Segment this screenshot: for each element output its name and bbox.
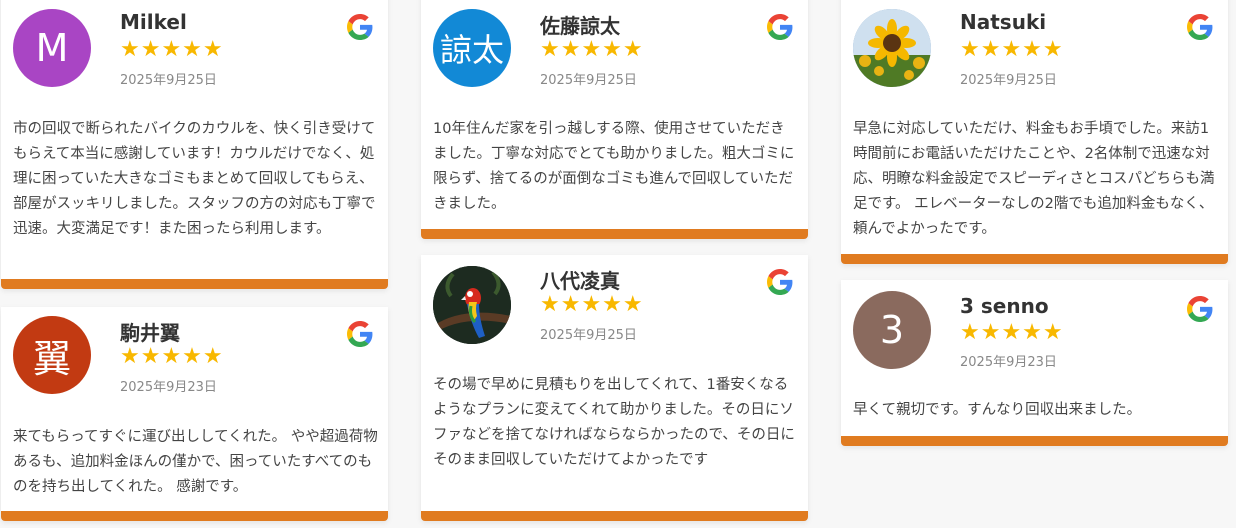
star-rating: ★★★★★ bbox=[120, 344, 224, 369]
avatar: 諒太 bbox=[433, 9, 511, 87]
review-text: 10年住んだ家を引っ越しする際、使用させていただきました。丁寧な対応でとても助か… bbox=[433, 121, 795, 212]
google-icon[interactable] bbox=[1187, 296, 1213, 322]
review-card: 八代凌真 ★★★★★ 2025年9月25日 その場で早めに見積もりを出してくれて… bbox=[421, 255, 808, 521]
sunflower-photo bbox=[853, 9, 931, 87]
parrot-photo bbox=[433, 266, 511, 344]
avatar: 3 bbox=[853, 291, 931, 369]
reviewer-name[interactable]: 八代凌真 bbox=[540, 265, 620, 294]
avatar-initial: 諒太 bbox=[439, 31, 504, 69]
google-icon[interactable] bbox=[767, 14, 793, 40]
reviewer-name[interactable]: Milkel bbox=[120, 10, 187, 34]
review-text: 早くて親切です。すんなり回収出来ました。 bbox=[853, 402, 1142, 418]
review-card: 諒太 佐藤諒太 ★★★★★ 2025年9月25日 10年住んだ家を引っ越しする際… bbox=[421, 0, 808, 239]
review-text: その場で早めに見積もりを出してくれて、1番安くなるようなプランに変えてくれて助か… bbox=[433, 377, 795, 468]
star-rating: ★★★★★ bbox=[960, 320, 1064, 345]
reviewer-name[interactable]: Natsuki bbox=[960, 10, 1046, 34]
avatar: 翼 bbox=[13, 316, 91, 394]
star-rating: ★★★★★ bbox=[540, 292, 644, 317]
review-card: Natsuki ★★★★★ 2025年9月25日 早急に対応していただけ、料金も… bbox=[841, 0, 1228, 264]
review-date: 2025年9月25日 bbox=[540, 73, 637, 88]
avatar-initial: M bbox=[35, 26, 69, 70]
review-date: 2025年9月25日 bbox=[120, 73, 217, 88]
avatar-initial: 3 bbox=[879, 308, 905, 352]
review-date: 2025年9月23日 bbox=[960, 355, 1057, 370]
review-card: 3 3 senno ★★★★★ 2025年9月23日 早くて親切です。すんなり回… bbox=[841, 280, 1228, 446]
review-card: M Milkel ★★★★★ 2025年9月25日 市の回収で断られたバイクのカ… bbox=[1, 0, 388, 289]
google-icon[interactable] bbox=[767, 269, 793, 295]
google-icon[interactable] bbox=[1187, 14, 1213, 40]
google-icon[interactable] bbox=[347, 321, 373, 347]
review-date: 2025年9月23日 bbox=[120, 380, 217, 395]
avatar-initial: 翼 bbox=[32, 336, 71, 381]
review-date: 2025年9月25日 bbox=[960, 73, 1057, 88]
review-text: 市の回収で断られたバイクのカウルを、快く引き受けてもらえて本当に感謝しています！… bbox=[13, 121, 376, 237]
star-rating: ★★★★★ bbox=[960, 37, 1064, 62]
review-text: 早急に対応していただけ、料金もお手頃でした。来訪1時間前にお電話いただけたことや… bbox=[853, 121, 1215, 237]
review-card: 翼 駒井翼 ★★★★★ 2025年9月23日 来てもらってすぐに運び出ししてくれ… bbox=[1, 307, 388, 521]
google-icon[interactable] bbox=[347, 14, 373, 40]
review-text: 来てもらってすぐに運び出ししてくれた。 やや超過荷物あるも、追加料金ほんの僅かで… bbox=[13, 429, 378, 495]
review-date: 2025年9月25日 bbox=[540, 328, 637, 343]
star-rating: ★★★★★ bbox=[540, 37, 644, 62]
reviewer-name[interactable]: 3 senno bbox=[960, 294, 1049, 318]
avatar bbox=[433, 266, 511, 344]
avatar bbox=[853, 9, 931, 87]
avatar: M bbox=[13, 9, 91, 87]
star-rating: ★★★★★ bbox=[120, 37, 224, 62]
reviewer-name[interactable]: 佐藤諒太 bbox=[540, 10, 620, 39]
reviewer-name[interactable]: 駒井翼 bbox=[120, 317, 180, 346]
